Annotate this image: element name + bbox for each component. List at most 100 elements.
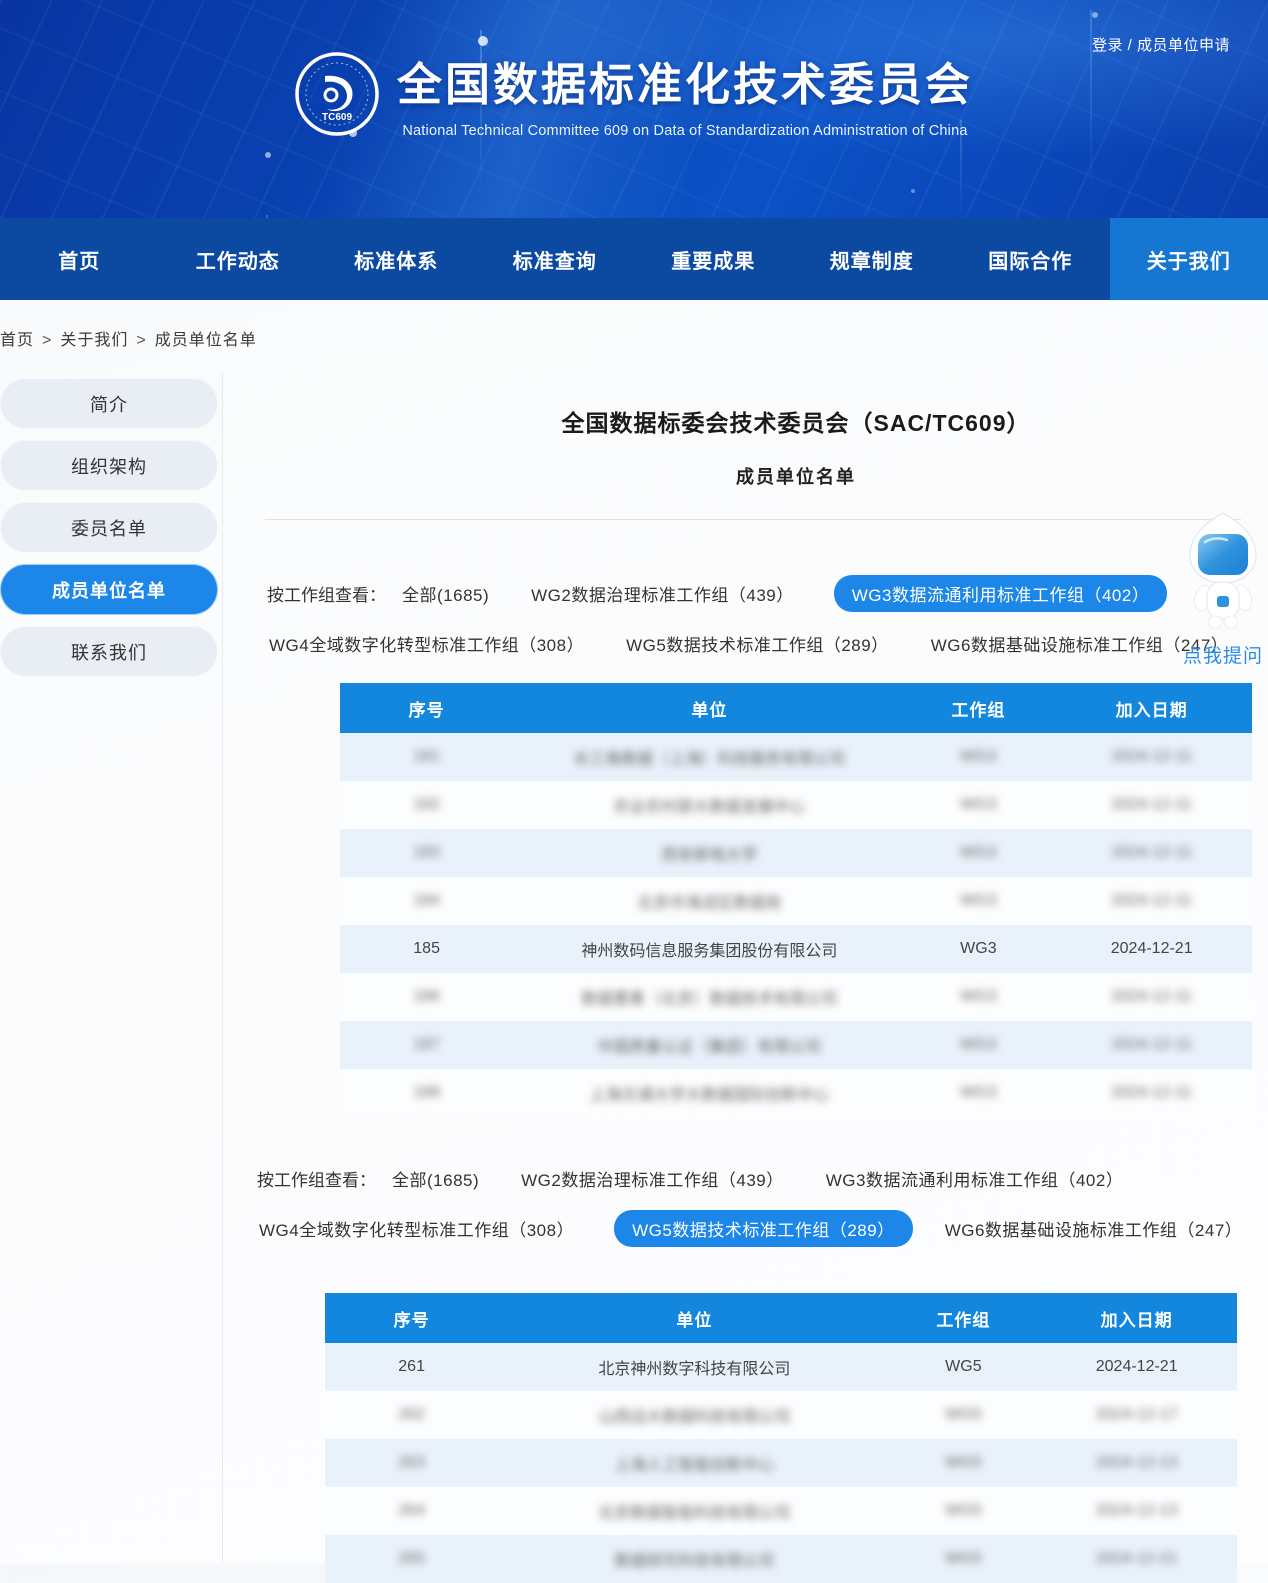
cell-workgroup-text: WG3 (960, 844, 996, 861)
filter-option[interactable]: WG5数据技术标准工作组（289） (624, 626, 891, 661)
member-units-table-wg5: 序号单位工作组加入日期 261北京神州数字科技有限公司WG52024-12-21… (325, 1293, 1237, 1583)
cell-workgroup: WG3 (905, 1021, 1051, 1069)
table-header-cell: 加入日期 (1051, 683, 1252, 733)
cell-unit-name: 西安邮电大学 (513, 829, 905, 877)
cell-join-date-text: 2024-12-13 (1096, 1502, 1178, 1519)
assistant-widget[interactable]: 点我提问 (1178, 512, 1268, 668)
table-header-cell: 序号 (340, 683, 513, 733)
title-divider (265, 519, 1241, 520)
cell-serial-text: 182 (413, 796, 440, 813)
cell-workgroup: WG3 (905, 733, 1051, 781)
cell-unit-name: 北京市海淀区数据局 (513, 877, 905, 925)
table-header-row: 序号单位工作组加入日期 (340, 683, 1252, 733)
filter-option[interactable]: WG4全域数字化转型标准工作组（308） (257, 1211, 576, 1246)
cell-unit-name-text: 上海人工智能创新中心 (614, 1457, 774, 1474)
filter-line: 按工作组查看：全部(1685)WG2数据治理标准工作组（439）WG3数据流通利… (267, 575, 1255, 612)
table-row: 264北京数据智能科技有限公司WG52024-12-13 (325, 1487, 1237, 1535)
header-banner: 登录 / 成员单位申请 TC609 全国数据标准化技术委员会 National … (0, 0, 1268, 218)
cell-unit-name: 农业农村部大数据发展中心 (513, 781, 905, 829)
table-row: 186数据要素（北京）数据技术有限公司WG32024-12-11 (340, 973, 1252, 1021)
cell-unit-name: 中国质量认证（集团）有限公司 (513, 1021, 905, 1069)
cell-unit-name-text: 北京市海淀区数据局 (637, 895, 781, 912)
cell-serial-text: 265 (398, 1550, 425, 1567)
nav-item-regulations[interactable]: 规章制度 (793, 218, 952, 300)
nav-item-key-achievements[interactable]: 重要成果 (634, 218, 793, 300)
filter-option[interactable]: WG5数据技术标准工作组（289） (614, 1210, 913, 1247)
cell-join-date: 2024-12-11 (1051, 1069, 1252, 1117)
cell-join-date-text: 2024-12-11 (1111, 796, 1192, 813)
cell-unit-name: 北京神州数字科技有限公司 (498, 1343, 890, 1391)
breadcrumb-item[interactable]: 成员单位名单 (155, 332, 257, 349)
sidebar-item-org-structure[interactable]: 组织架构 (0, 440, 218, 491)
table-header-cell: 工作组 (905, 683, 1051, 733)
sidebar-item-member-units[interactable]: 成员单位名单 (0, 564, 218, 615)
cell-join-date-text: 2024-12-11 (1111, 748, 1192, 765)
site-title: 全国数据标准化技术委员会 (397, 48, 973, 113)
cell-serial-text: 188 (413, 1084, 440, 1101)
table-row: 188 上海交通大学大数据国际创新中心WG32024-12-11 (340, 1069, 1252, 1117)
cell-join-date-text: 2024-12-21 (1096, 1550, 1178, 1567)
cell-serial: 182 (340, 781, 513, 829)
filter-option[interactable]: WG3数据流通利用标准工作组（402） (824, 1161, 1126, 1196)
cell-join-date: 2024-12-21 (1036, 1343, 1237, 1391)
cell-join-date: 2024-12-11 (1051, 829, 1252, 877)
login-apply-link[interactable]: 登录 / 成员单位申请 (1092, 34, 1230, 55)
cell-unit-name: 上海交通大学大数据国际创新中心 (513, 1069, 905, 1117)
cell-join-date-text: 2024-12-17 (1096, 1406, 1178, 1423)
nav-item-about-us[interactable]: 关于我们 (1110, 218, 1268, 300)
filter-option[interactable]: 全部(1685) (400, 576, 491, 611)
cell-serial: 264 (325, 1487, 498, 1535)
cell-join-date: 2024-12-13 (1036, 1439, 1237, 1487)
cell-serial-text: 181 (413, 748, 440, 765)
member-units-table-wg3: 序号单位工作组加入日期 181长三角数据（上海）科技服务有限公司WG32024-… (340, 683, 1252, 1117)
cell-unit-name: 北京数据智能科技有限公司 (498, 1487, 890, 1535)
sidebar-item-committee-members[interactable]: 委员名单 (0, 502, 218, 553)
sidebar-item-intro[interactable]: 简介 (0, 378, 218, 429)
cell-serial: 186 (340, 973, 513, 1021)
cell-unit-name-text: 北京数据智能科技有限公司 (598, 1505, 790, 1522)
cell-workgroup-text: WG5 (945, 1550, 981, 1567)
breadcrumb-item[interactable]: 首页 (0, 332, 34, 349)
nav-item-standard-search[interactable]: 标准查询 (476, 218, 635, 300)
cell-join-date-text: 2024-12-11 (1111, 892, 1192, 909)
cell-join-date-text: 2024-12-21 (1111, 940, 1193, 957)
nav-item-international-cooperation[interactable]: 国际合作 (951, 218, 1110, 300)
cell-unit-name: 上海人工智能创新中心 (498, 1439, 890, 1487)
cell-join-date: 2024-12-11 (1051, 733, 1252, 781)
cell-join-date-text: 2024-12-21 (1096, 1358, 1178, 1375)
cell-join-date: 2024-12-11 (1051, 877, 1252, 925)
cell-workgroup: WG3 (905, 877, 1051, 925)
cell-serial-text: 263 (398, 1454, 425, 1471)
cell-serial: 181 (340, 733, 513, 781)
filter-option[interactable]: WG2数据治理标准工作组（439） (519, 1161, 786, 1196)
table-row: 263上海人工智能创新中心WG52024-12-13 (325, 1439, 1237, 1487)
filter-option[interactable]: WG4全域数字化转型标准工作组（308） (267, 626, 586, 661)
nav-item-home[interactable]: 首页 (0, 218, 159, 300)
filter-group-wg3: 按工作组查看：全部(1685)WG2数据治理标准工作组（439）WG3数据流通利… (267, 575, 1255, 661)
cell-unit-name-text: 北京神州数字科技有限公司 (598, 1361, 790, 1378)
filter-by-workgroup-label: 按工作组查看： (257, 1166, 376, 1191)
cell-join-date-text: 2024-12-13 (1096, 1454, 1178, 1471)
table-header-cell: 工作组 (890, 1293, 1036, 1343)
nav-item-work-news[interactable]: 工作动态 (159, 218, 318, 300)
breadcrumb-separator: > (42, 332, 52, 349)
filter-option[interactable]: 全部(1685) (390, 1161, 481, 1196)
filter-option[interactable]: WG6数据基础设施标准工作组（247） (943, 1211, 1245, 1246)
cell-serial-text: 264 (398, 1502, 425, 1519)
breadcrumb-item[interactable]: 关于我们 (60, 332, 128, 349)
table-row: 265数据研究科技有限公司WG52024-12-21 (325, 1535, 1237, 1583)
assistant-label[interactable]: 点我提问 (1178, 641, 1268, 668)
cell-workgroup-text: WG5 (945, 1358, 981, 1375)
cell-serial: 187 (340, 1021, 513, 1069)
cell-workgroup: WG3 (905, 781, 1051, 829)
cell-unit-name: 神州数码信息服务集团股份有限公司 (513, 925, 905, 973)
cell-unit-name-text: 农业农村部大数据发展中心 (613, 799, 805, 816)
main-nav: 首页工作动态标准体系标准查询重要成果规章制度国际合作关于我们 (0, 218, 1268, 300)
filter-option[interactable]: WG3数据流通利用标准工作组（402） (834, 575, 1168, 612)
cell-workgroup: WG3 (905, 925, 1051, 973)
nav-item-standard-system[interactable]: 标准体系 (317, 218, 476, 300)
cell-workgroup: WG3 (905, 1069, 1051, 1117)
filter-option[interactable]: WG2数据治理标准工作组（439） (529, 576, 796, 611)
cell-serial-text: 262 (398, 1406, 425, 1423)
sidebar-item-contact-us[interactable]: 联系我们 (0, 626, 218, 677)
